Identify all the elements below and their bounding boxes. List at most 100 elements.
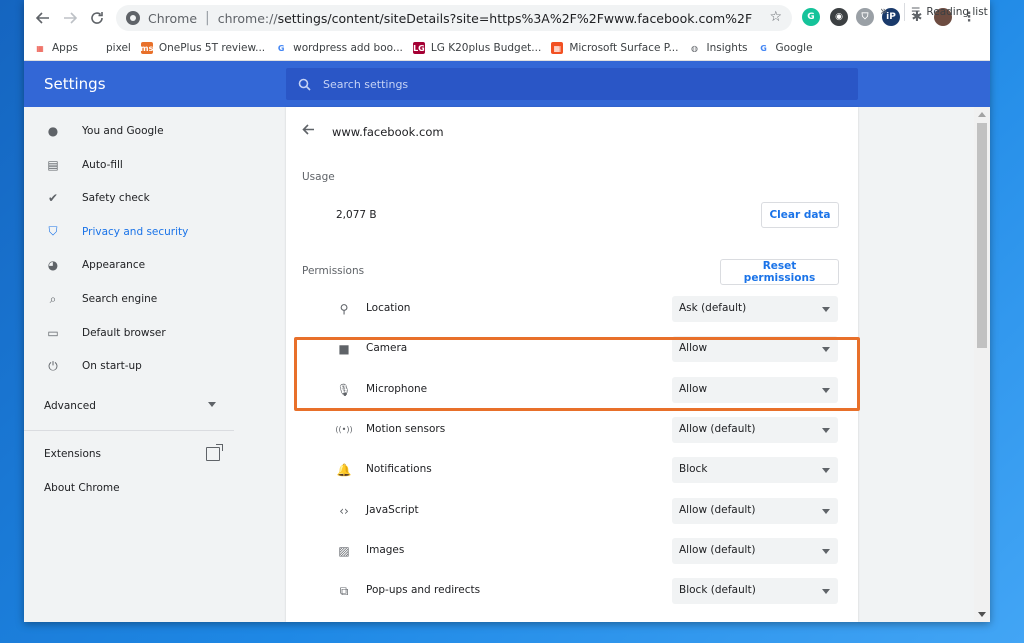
sidebar-item-auto-fill[interactable]: ▤ Auto-fill [24,150,234,180]
back-button[interactable] [30,5,56,31]
globe-icon: ◍ [690,43,698,53]
permission-select-value: Ask (default) [679,302,747,314]
motion-sensor-icon: ((•)) [335,425,353,435]
omnibox-brand: Chrome [148,10,198,26]
arrow-right-icon [64,12,77,24]
scrollbar-thumb[interactable] [977,123,987,348]
usage-value: 2,077 B [336,209,377,221]
bookmark-label: Microsoft Surface P... [569,42,679,54]
bookmark-label: Google [775,42,813,54]
browser-icon: ▭ [47,325,59,340]
address-bar[interactable]: Chrome | chrome://settings/content/siteD… [116,5,792,31]
sidebar-item-label: Auto-fill [82,158,123,171]
dropdown-caret-icon [822,468,830,474]
permission-label: Motion sensors [366,422,446,435]
permission-select-value: Allow (default) [679,543,756,556]
clear-data-button[interactable]: Clear data [761,202,839,228]
permission-row: ⧉ Pop-ups and redirects Block (default) [286,576,858,606]
back-arrow-icon[interactable] [302,123,315,140]
palette-icon: ◕ [47,258,59,273]
chevron-down-icon[interactable] [208,402,216,407]
sidebar-item-you-and-google[interactable]: ● You and Google [24,116,234,146]
reload-button[interactable] [84,5,110,31]
bookmark-item[interactable]: Gwordpress add boo... [275,42,403,54]
microsoft-icon: ▦ [551,42,564,54]
omnibox-separator: | [205,10,210,26]
reading-list-icon: ☰ [911,6,921,18]
omnibox-url: chrome://settings/content/siteDetails?si… [218,11,752,26]
sidebar-item-label: You and Google [82,125,164,137]
reset-permissions-button[interactable]: Reset permissions [720,259,839,285]
bookmark-label: pixel [105,42,131,54]
bookmark-item[interactable]: ◍ Insights [688,42,748,54]
sidebar-item-appearance[interactable]: ◕ Appearance [24,250,234,280]
permission-select[interactable]: Block (default) [672,578,838,605]
location-pin-icon: ⚲ [339,302,349,316]
permission-select[interactable]: Allow (default) [672,416,838,443]
sidebar-divider [24,430,234,431]
permission-label: Location [366,302,411,314]
bookmark-label: LG K20plus Budget... [430,42,542,54]
page-scrollbar[interactable] [974,107,990,622]
google-icon: G [760,43,767,53]
permission-row: ⚲ Location Ask (default) [286,294,858,324]
shield-icon: ⛉ [48,224,58,239]
sidebar-item-label: Privacy and security [82,225,189,238]
bookmark-item[interactable]: ▦ Microsoft Surface P... [551,42,678,54]
sidebar-advanced[interactable]: Advanced [44,400,96,412]
scroll-up-icon[interactable] [978,112,986,117]
search-icon: ⌕ [49,291,57,306]
bell-icon: 🔔 [336,463,352,478]
dropdown-caret-icon [822,508,830,514]
bookmark-label: Insights [706,42,748,54]
bookmarks-overflow-icon[interactable]: » [880,4,887,18]
permissions-heading: Permissions [302,265,365,277]
extension-icon[interactable]: ◉ [830,8,848,26]
usage-heading: Usage [302,171,335,183]
apple-icon [88,42,100,54]
reload-icon [91,12,103,24]
arrow-left-icon [36,12,49,24]
permission-select[interactable]: Ask (default) [672,296,838,322]
permission-row: ‹› JavaScript Allow (default) [286,496,858,526]
google-icon: G [277,43,285,53]
sidebar-item-privacy-and-security[interactable]: ⛉ Privacy and security [24,217,234,247]
sidebar-item-default-browser[interactable]: ▭ Default browser [24,318,234,348]
sidebar-item-label: Appearance [82,259,146,272]
sidebar-item-on-start-up[interactable]: ⏻ On start-up [24,351,234,381]
dropdown-caret-icon [822,589,830,595]
search-icon [298,78,311,91]
sidebar-item-label: Search engine [82,293,158,305]
sidebar-item-safety-check[interactable]: ✔ Safety check [24,183,234,213]
popup-icon: ⧉ [339,583,349,598]
dropdown-caret-icon [822,548,830,554]
grammarly-extension-icon[interactable]: G [802,8,820,26]
permission-select[interactable]: Allow (default) [672,537,838,564]
bookmark-item[interactable]: ▦ Apps [34,42,78,54]
sidebar-extensions[interactable]: Extensions [44,448,101,460]
settings-sidebar: Advanced Extensions About Chrome ● You an… [24,107,234,622]
privacy-extension-icon[interactable]: ⛉ [856,8,874,26]
url-path: settings/content/siteDetails?site=https%… [277,10,753,26]
bookmark-item[interactable]: G Google [758,42,813,54]
bookmark-item[interactable]: ms OnePlus 5T review... [140,42,265,54]
bookmark-star-icon[interactable]: ☆ [769,9,782,25]
apps-grid-icon: ▦ [36,43,44,53]
scroll-down-icon[interactable] [978,612,986,617]
reading-list-button[interactable]: ☰ Reading list [904,3,988,21]
sidebar-about-chrome[interactable]: About Chrome [44,482,120,494]
bookmark-item[interactable]: LG LG K20plus Budget... [412,42,542,54]
image-icon: ▨ [338,543,350,558]
permission-select[interactable]: Allow (default) [672,497,838,524]
forward-button[interactable] [57,5,83,31]
url-scheme: chrome:// [217,10,278,26]
bookmark-item[interactable]: pixel [88,42,131,54]
bookmark-label: wordpress add boo... [293,42,403,54]
settings-title: Settings [44,75,106,93]
permission-label: Notifications [366,463,432,476]
permission-select[interactable]: Block [672,457,838,484]
sidebar-item-search-engine[interactable]: ⌕ Search engine [24,284,234,314]
dropdown-caret-icon [822,427,830,433]
search-settings-input[interactable]: Search settings [286,68,858,100]
open-in-new-icon[interactable] [206,444,223,461]
